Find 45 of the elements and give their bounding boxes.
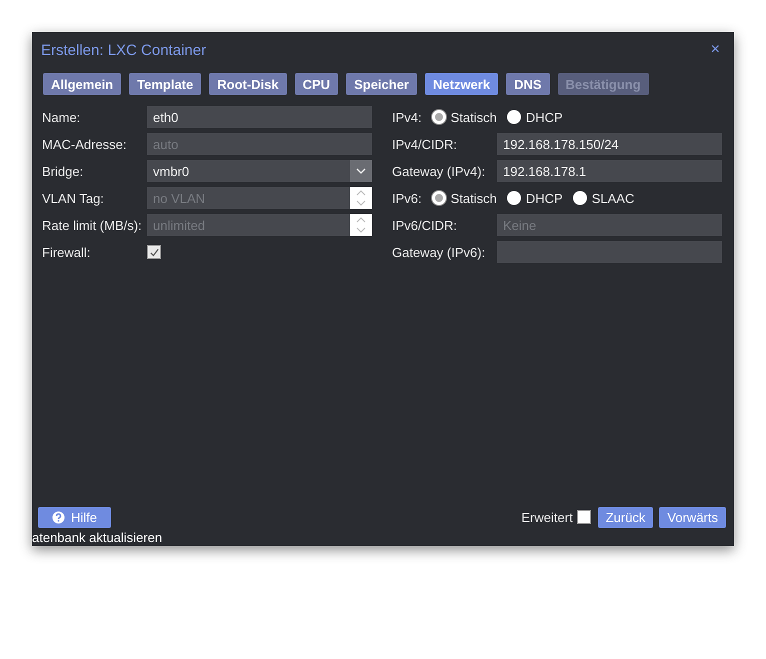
field-label: IPv4/CIDR: bbox=[392, 136, 458, 152]
window-title: Erstellen: LXC Container bbox=[41, 42, 208, 58]
tab[interactable]: Allgemein bbox=[43, 73, 122, 95]
input-field[interactable] bbox=[497, 241, 722, 263]
advanced-checkbox[interactable] bbox=[576, 510, 591, 524]
radio-label: DHCP bbox=[526, 190, 563, 206]
back-button[interactable]: Zurück bbox=[598, 506, 654, 528]
field-label: IPv4: bbox=[392, 110, 422, 124]
tab[interactable]: Template bbox=[129, 73, 202, 95]
firewall-checkbox[interactable] bbox=[147, 245, 161, 259]
field-label: Bridge: bbox=[42, 164, 84, 178]
field-label: Rate limit (MB/s): bbox=[42, 218, 143, 232]
radio-label: Statisch bbox=[450, 110, 497, 124]
radio-button[interactable] bbox=[572, 191, 587, 205]
field-label: Firewall: bbox=[42, 244, 92, 260]
tab[interactable]: CPU bbox=[294, 73, 338, 95]
chevron-down-icon bbox=[356, 168, 366, 174]
field-label: VLAN Tag: bbox=[42, 190, 105, 206]
tab[interactable]: Speicher bbox=[346, 73, 417, 95]
tab[interactable]: DNS bbox=[506, 73, 550, 95]
tab[interactable]: Root-Disk bbox=[209, 73, 287, 95]
close-button[interactable]: × bbox=[706, 41, 724, 59]
help-icon bbox=[52, 510, 65, 524]
background-text: atenbank aktualisieren bbox=[32, 530, 164, 545]
field-label: IPv6/CIDR: bbox=[392, 218, 458, 232]
radio-label: SLAAC bbox=[592, 190, 634, 206]
input-field[interactable]: 192.168.178.150/24 bbox=[497, 133, 722, 155]
field-label: Gateway (IPv6): bbox=[392, 244, 486, 260]
input-field[interactable]: eth0 bbox=[147, 106, 372, 128]
radio-button[interactable] bbox=[432, 110, 446, 124]
dropdown-field[interactable]: vmbr0 bbox=[147, 160, 350, 182]
input-field[interactable]: 192.168.178.1 bbox=[497, 160, 722, 182]
radio-button[interactable] bbox=[506, 191, 521, 205]
advanced-label: Erweitert bbox=[521, 510, 573, 524]
radio-label: Statisch bbox=[450, 190, 497, 206]
field-label: MAC-Adresse: bbox=[42, 136, 128, 152]
field-label: Name: bbox=[42, 110, 82, 124]
next-button[interactable]: Vorwärts bbox=[659, 506, 726, 528]
help-button[interactable]: Hilfe bbox=[38, 506, 112, 528]
radio-button[interactable] bbox=[506, 110, 521, 124]
field-label: IPv6: bbox=[392, 190, 422, 206]
radio-label: DHCP bbox=[526, 110, 563, 124]
tab[interactable]: Netzwerk bbox=[425, 73, 498, 95]
field-label: Gateway (IPv4): bbox=[392, 164, 486, 178]
radio-button[interactable] bbox=[432, 191, 446, 205]
